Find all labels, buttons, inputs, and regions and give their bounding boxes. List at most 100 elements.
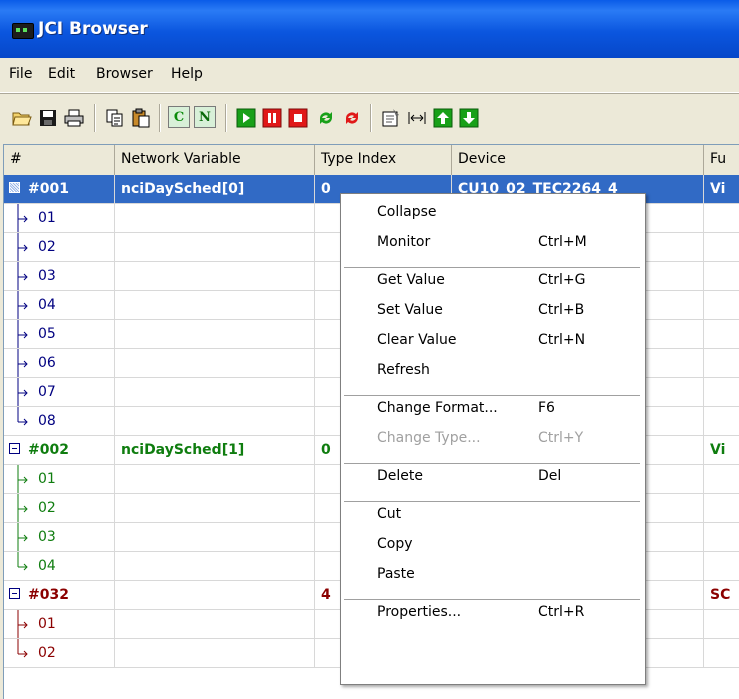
c-button-icon[interactable]: C	[168, 106, 190, 128]
properties-icon[interactable]	[381, 108, 401, 128]
menu-item-properties[interactable]: Properties...	[377, 604, 461, 620]
cell-network-variable	[115, 494, 315, 523]
menu-bar: File Edit Browser Help	[0, 58, 739, 93]
cell-number: 05	[4, 320, 115, 349]
menu-item-set-value[interactable]: Set Value	[377, 302, 443, 318]
col-header-network-variable[interactable]: Network Variable	[115, 145, 315, 175]
row-number: #002	[28, 442, 69, 458]
menu-item-copy[interactable]: Copy	[377, 536, 413, 552]
window-title: JCI Browser	[38, 19, 148, 39]
row-number: 01	[38, 210, 56, 226]
cell-network-variable	[115, 523, 315, 552]
menu-item-get-value[interactable]: Get Value	[377, 272, 445, 288]
row-number: 02	[38, 239, 56, 255]
tree-branch-icon	[17, 233, 28, 261]
play-icon[interactable]	[236, 108, 256, 128]
col-header-number[interactable]: #	[4, 145, 115, 175]
refresh-red-icon[interactable]	[342, 108, 362, 128]
menu-file[interactable]: File	[9, 66, 32, 82]
cell-number: 02	[4, 233, 115, 262]
row-number: 01	[38, 471, 56, 487]
menu-item-delete[interactable]: Delete	[377, 468, 423, 484]
collapse-toggle-icon[interactable]	[9, 588, 20, 599]
menu-help[interactable]: Help	[171, 66, 203, 82]
move-up-icon[interactable]	[433, 108, 453, 128]
menu-shortcut: Ctrl+R	[538, 604, 585, 620]
cell-function	[704, 262, 739, 291]
cell-function	[704, 610, 739, 639]
menu-item-refresh[interactable]: Refresh	[377, 362, 430, 378]
cell-network-variable	[115, 639, 315, 668]
cell-number: 04	[4, 552, 115, 581]
cell-network-variable	[115, 262, 315, 291]
print-icon[interactable]	[64, 108, 84, 128]
tree-branch-icon	[17, 610, 28, 638]
copy-icon[interactable]	[105, 108, 125, 128]
cell-network-variable	[115, 204, 315, 233]
menu-item-collapse[interactable]: Collapse	[377, 204, 437, 220]
refresh-green-icon[interactable]	[316, 108, 336, 128]
app-icon	[12, 23, 34, 39]
cell-function	[704, 320, 739, 349]
menu-shortcut: Ctrl+B	[538, 302, 585, 318]
table-header: # Network Variable Type Index Device Fu	[4, 145, 739, 176]
cell-number: #001	[4, 175, 115, 204]
menu-item-change-format[interactable]: Change Format...	[377, 400, 498, 416]
tree-branch-icon	[17, 465, 28, 493]
cell-network-variable	[115, 610, 315, 639]
menu-shortcut: Ctrl+G	[538, 272, 586, 288]
cell-number: 08	[4, 407, 115, 436]
cell-function	[704, 552, 739, 581]
row-number: 05	[38, 326, 56, 342]
menu-edit[interactable]: Edit	[48, 66, 75, 82]
cell-function	[704, 523, 739, 552]
fit-width-icon[interactable]	[407, 108, 427, 128]
cell-function: Vi	[704, 436, 739, 465]
pause-icon[interactable]	[262, 108, 282, 128]
menu-item-clear-value[interactable]: Clear Value	[377, 332, 457, 348]
cell-function	[704, 378, 739, 407]
menu-item-cut[interactable]: Cut	[377, 506, 401, 522]
cell-number: 02	[4, 639, 115, 668]
cell-function	[704, 465, 739, 494]
paste-icon[interactable]	[131, 108, 151, 128]
toolbar: C N	[0, 93, 739, 142]
tree-branch-icon	[17, 320, 28, 348]
tree-branch-icon	[17, 349, 28, 377]
menu-item-paste[interactable]: Paste	[377, 566, 415, 582]
n-button-icon[interactable]: N	[194, 106, 216, 128]
cell-number: 02	[4, 494, 115, 523]
cell-number: 06	[4, 349, 115, 378]
move-down-icon[interactable]	[459, 108, 479, 128]
cell-network-variable	[115, 349, 315, 378]
cell-network-variable	[115, 407, 315, 436]
cell-network-variable: nciDaySched[1]	[115, 436, 315, 465]
stop-icon[interactable]	[288, 108, 308, 128]
menu-separator	[344, 463, 640, 464]
menu-separator	[344, 501, 640, 502]
tree-branch-icon	[17, 523, 28, 551]
cell-number: #032	[4, 581, 115, 610]
menu-separator	[344, 267, 640, 268]
tree-branch-icon	[17, 639, 28, 658]
cell-function: Vi	[704, 175, 739, 204]
menu-shortcut: Ctrl+M	[538, 234, 587, 250]
row-number: #001	[28, 181, 69, 197]
col-header-type-index[interactable]: Type Index	[315, 145, 452, 175]
cell-number: 04	[4, 291, 115, 320]
collapse-toggle-icon[interactable]	[9, 443, 20, 454]
col-header-device[interactable]: Device	[452, 145, 704, 175]
collapse-toggle-icon[interactable]	[9, 182, 20, 193]
open-folder-icon[interactable]	[12, 108, 32, 128]
col-header-function[interactable]: Fu	[704, 145, 739, 175]
cell-function	[704, 639, 739, 668]
menu-separator	[344, 599, 640, 600]
cell-network-variable	[115, 465, 315, 494]
menu-browser[interactable]: Browser	[96, 66, 153, 82]
menu-item-monitor[interactable]: Monitor	[377, 234, 430, 250]
row-number: 07	[38, 384, 56, 400]
menu-shortcut: Del	[538, 468, 562, 484]
row-number: 04	[38, 558, 56, 574]
save-icon[interactable]	[38, 108, 58, 128]
cell-network-variable	[115, 233, 315, 262]
